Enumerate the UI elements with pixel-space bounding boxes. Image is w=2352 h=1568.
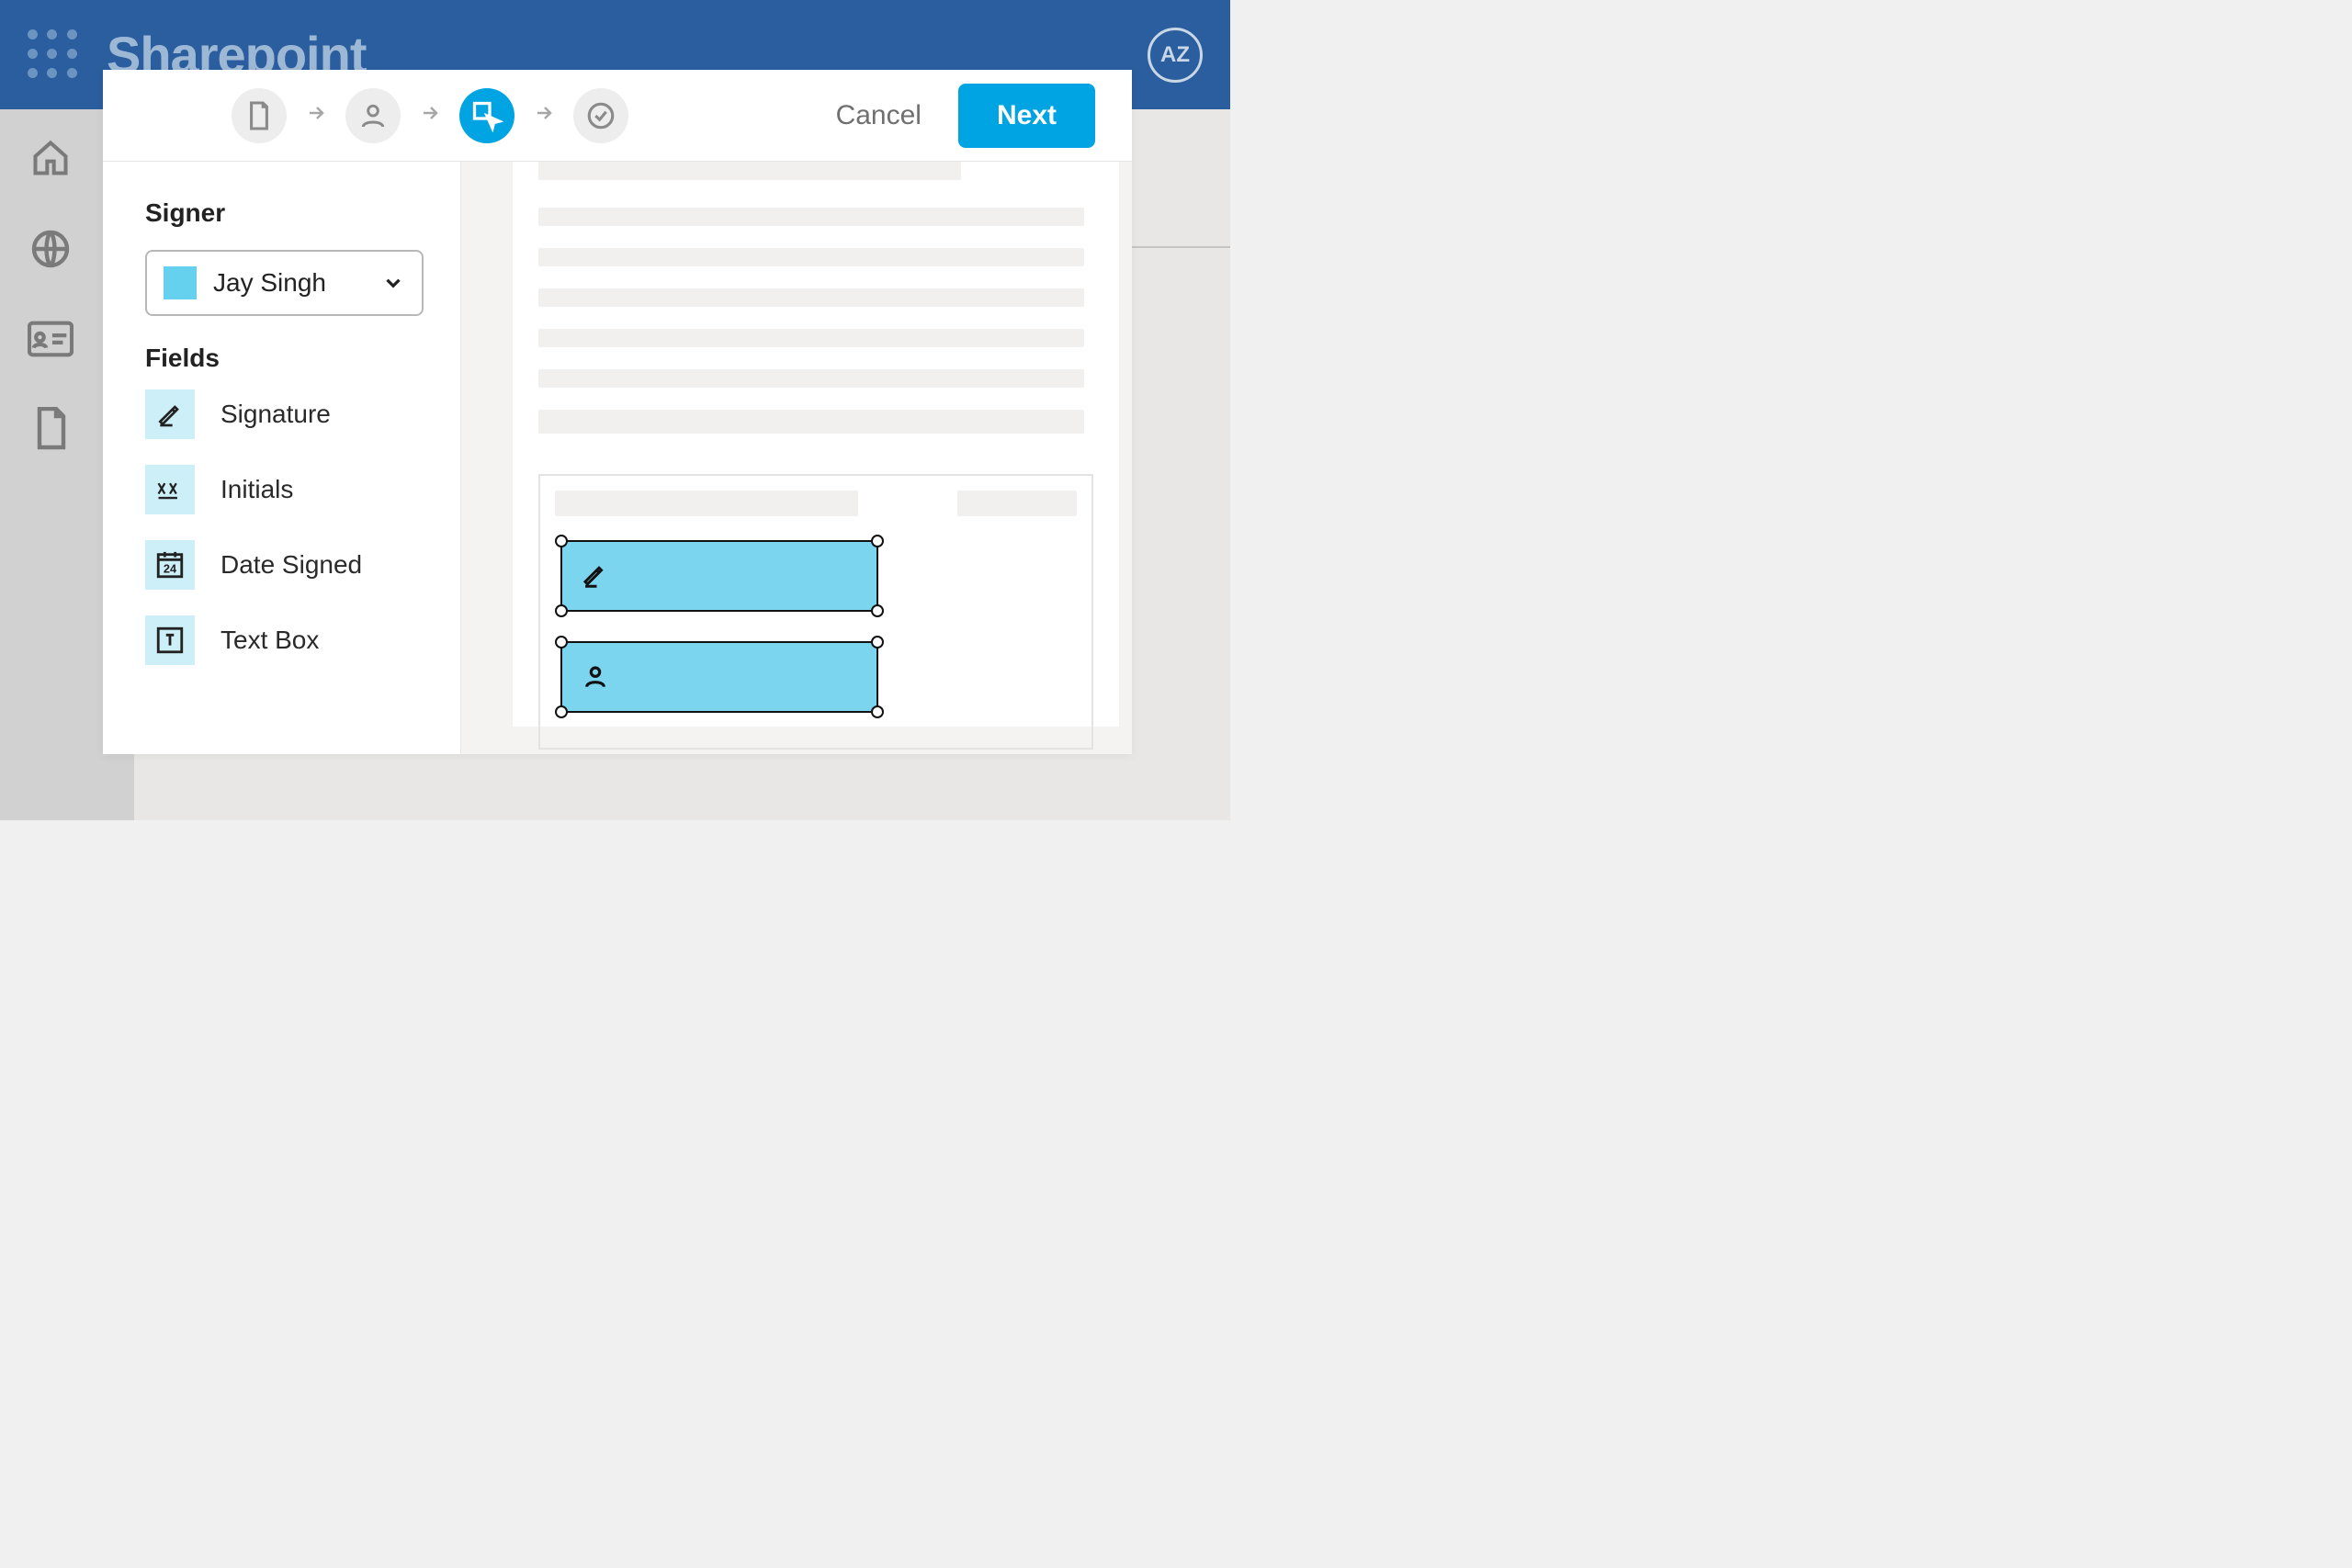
step-people[interactable] [345,88,401,143]
modal-header: Cancel Next [103,70,1132,162]
placeholder-line [538,369,1084,388]
document-icon [246,100,272,131]
signer-heading: Signer [145,198,424,228]
nav-home[interactable] [30,138,71,183]
resize-handle[interactable] [871,636,884,649]
field-label: Signature [220,400,331,429]
field-label: Text Box [220,626,319,655]
step-document[interactable] [232,88,287,143]
globe-icon [28,227,73,271]
apps-grid-icon[interactable] [28,29,79,81]
avatar[interactable]: AZ [1148,28,1203,83]
signer-select[interactable]: Jay Singh [145,250,424,316]
fields-heading: Fields [145,344,424,373]
signer-color-swatch [164,266,197,299]
check-circle-icon [585,100,616,131]
resize-handle[interactable] [555,604,568,617]
placeholder-line [538,248,1084,266]
next-button[interactable]: Next [958,84,1095,148]
placeholder-line [538,208,1084,226]
field-signature[interactable]: Signature [145,389,424,439]
resize-handle[interactable] [871,604,884,617]
resize-handle[interactable] [871,705,884,718]
placeholder-line [538,288,1084,307]
placeholder-line [555,491,858,516]
resize-handle[interactable] [555,535,568,547]
arrow-right-icon [305,102,327,124]
resize-handle[interactable] [555,636,568,649]
background-divider [1132,246,1230,248]
person-icon [581,662,610,692]
step-place-fields[interactable] [459,88,514,143]
step-arrow [533,102,555,129]
calendar-icon: 24 [145,540,195,590]
page-icon [32,407,69,451]
placeholder-line [538,162,961,180]
place-fields-icon [470,99,503,132]
signature-modal: Cancel Next Signer Jay Singh Fields Sign… [103,70,1132,754]
text-box-icon [145,615,195,665]
cancel-button[interactable]: Cancel [836,100,922,131]
field-initials[interactable]: Initials [145,465,424,514]
nav-id-card[interactable] [28,320,74,363]
document-area [461,162,1132,754]
svg-text:24: 24 [164,562,177,576]
field-label: Date Signed [220,550,362,580]
chevron-down-icon [381,271,405,295]
arrow-right-icon [419,102,441,124]
resize-handle[interactable] [871,535,884,547]
signature-icon [145,389,195,439]
avatar-initials: AZ [1160,42,1190,68]
step-arrow [419,102,441,129]
initials-icon [145,465,195,514]
left-nav [0,138,101,456]
id-card-icon [28,320,74,358]
document-page[interactable] [513,162,1119,727]
arrow-right-icon [533,102,555,124]
stepper [232,88,628,143]
placed-name-field[interactable] [560,641,878,713]
placed-signature-field[interactable] [560,540,878,612]
modal-body: Signer Jay Singh Fields Signature [103,162,1132,754]
resize-handle[interactable] [555,705,568,718]
fields-panel: Signer Jay Singh Fields Signature [103,162,461,754]
nav-document[interactable] [32,407,69,456]
field-text-box[interactable]: Text Box [145,615,424,665]
field-date-signed[interactable]: 24 Date Signed [145,540,424,590]
modal-header-actions: Cancel Next [836,84,1095,148]
step-review[interactable] [573,88,628,143]
nav-globe[interactable] [28,227,73,276]
person-icon [358,101,388,130]
signer-selected-name: Jay Singh [213,268,405,298]
placeholder-line [538,329,1084,347]
field-label: Initials [220,475,293,504]
home-icon [30,138,71,178]
step-arrow [305,102,327,129]
signature-icon [581,562,608,590]
field-list: Signature Initials 24 Date Signed [145,389,424,665]
placeholder-line [538,410,1084,434]
signature-region [538,474,1093,750]
placeholder-line [957,491,1077,516]
